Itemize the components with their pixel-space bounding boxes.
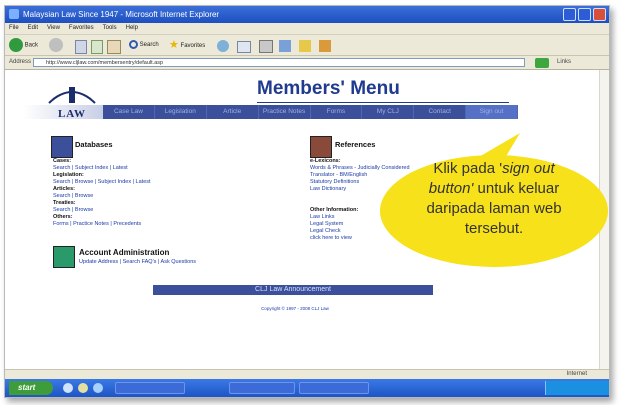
db-legislation-links[interactable]: Search | Browse | Subject Index | Latest [53, 179, 151, 186]
status-zone: Internet [566, 371, 587, 377]
menu-edit[interactable]: Edit [28, 23, 38, 34]
main-nav: Case Law Legislation Article Practice No… [103, 105, 518, 119]
status-bar: Internet [5, 369, 609, 379]
nav-legislation[interactable]: Legislation [155, 105, 207, 119]
quicklaunch-icon[interactable] [78, 383, 88, 393]
ref-lexicons-head: e-Lexicons: [310, 158, 341, 164]
menu-favorites[interactable]: Favorites [69, 23, 94, 34]
nav-contact[interactable]: Contact [414, 105, 467, 119]
account-icon [53, 246, 75, 268]
nav-forms[interactable]: Forms [311, 105, 363, 119]
db-legislation-head: Legislation: [53, 172, 84, 178]
edit-icon[interactable] [279, 40, 291, 52]
title-bar: Malaysian Law Since 1947 - Microsoft Int… [5, 6, 609, 23]
search-icon [129, 39, 138, 49]
window-title: Malaysian Law Since 1947 - Microsoft Int… [23, 10, 220, 19]
db-others-head: Others: [53, 214, 73, 220]
announcement-bar[interactable]: CLJ Law Announcement [153, 285, 433, 295]
mail-icon[interactable] [237, 41, 251, 53]
ref-lexicon-link[interactable]: Statutory Definitions [310, 179, 359, 186]
clj-law-logo: LAW [43, 81, 101, 121]
sign-out-button[interactable]: Sign out [466, 105, 518, 119]
databases-title: Databases [75, 140, 113, 149]
title-rule [257, 102, 509, 103]
window-controls [563, 8, 606, 21]
ref-other-link[interactable]: Law Links [310, 214, 334, 221]
db-articles-head: Articles: [53, 186, 76, 192]
menu-bar: File Edit View Favorites Tools Help [5, 23, 609, 34]
references-icon [310, 136, 332, 158]
account-links[interactable]: Update Address | Search FAQ's | Ask Ques… [79, 259, 196, 266]
address-label: Address [9, 59, 32, 65]
links-button[interactable]: Links [557, 59, 571, 65]
footer-copyright: Copyright © 1997 - 2008 CLJ Law [261, 306, 329, 311]
nav-my-clj[interactable]: My CLJ [362, 105, 415, 119]
ref-other-link[interactable]: click here to view [310, 235, 352, 242]
db-treaties-head: Treaties: [53, 200, 76, 206]
ref-lexicon-link[interactable]: Law Dictionary [310, 186, 346, 193]
menu-file[interactable]: File [9, 23, 19, 34]
db-articles-links[interactable]: Search | Browse [53, 193, 93, 200]
favorites-button[interactable]: ★ Favorites [169, 38, 205, 53]
minimize-button[interactable] [563, 8, 576, 21]
taskbar: start [5, 379, 609, 397]
maximize-button[interactable] [578, 8, 591, 21]
forward-arrow-icon [49, 38, 63, 52]
db-treaties-links[interactable]: Search | Browse [53, 207, 93, 214]
taskbar-item[interactable] [115, 382, 185, 394]
menu-help[interactable]: Help [126, 23, 138, 34]
stop-icon[interactable] [75, 40, 87, 54]
db-cases-links[interactable]: Search | Subject Index | Latest [53, 165, 128, 172]
search-button[interactable]: Search [129, 38, 159, 53]
address-input[interactable]: http://www.cljlaw.com/membersentry/defau… [33, 58, 525, 67]
quicklaunch-icon[interactable] [63, 383, 73, 393]
ref-other-link[interactable]: Legal Check [310, 228, 341, 235]
messenger-icon[interactable] [299, 40, 311, 52]
callout-text: Klik pada 'sign out button' untuk keluar… [426, 160, 562, 237]
account-title: Account Administration [79, 248, 170, 257]
menu-view[interactable]: View [47, 23, 60, 34]
star-icon: ★ [169, 39, 179, 51]
logo-emblem-icon [48, 87, 96, 104]
ref-other-link[interactable]: Legal System [310, 221, 343, 228]
ref-other-head: Other Information: [310, 207, 359, 213]
logo-text: LAW [57, 108, 87, 120]
back-arrow-icon [9, 38, 23, 52]
back-button[interactable]: Back [9, 38, 38, 53]
address-url: http://www.cljlaw.com/membersentry/defau… [46, 60, 164, 66]
history-icon[interactable] [217, 40, 229, 52]
address-bar: Address http://www.cljlaw.com/membersent… [5, 56, 609, 70]
start-button[interactable]: start [9, 381, 53, 395]
close-button[interactable] [593, 8, 606, 21]
references-title: References [335, 140, 376, 149]
go-button[interactable] [535, 58, 549, 68]
toolbar: Back Search ★ Favorites [5, 34, 609, 56]
system-tray [545, 381, 609, 395]
ie-icon [9, 9, 19, 19]
nav-article[interactable]: Article [207, 105, 259, 119]
quicklaunch-icon[interactable] [93, 383, 103, 393]
nav-case-law[interactable]: Case Law [103, 105, 155, 119]
page-title: Members' Menu [257, 78, 400, 99]
forward-button[interactable] [49, 38, 63, 53]
menu-tools[interactable]: Tools [103, 23, 117, 34]
taskbar-item[interactable] [229, 382, 295, 394]
ref-lexicon-link[interactable]: Translator - BM/English [310, 172, 367, 179]
db-cases-head: Cases: [53, 158, 72, 164]
taskbar-item[interactable] [299, 382, 369, 394]
db-others-links[interactable]: Forms | Practice Notes | Precedents [53, 221, 141, 228]
home-icon[interactable] [107, 40, 121, 54]
databases-icon [51, 136, 73, 158]
nav-practice-notes[interactable]: Practice Notes [259, 105, 311, 119]
print-icon[interactable] [259, 40, 273, 53]
refresh-icon[interactable] [91, 40, 103, 54]
research-icon[interactable] [319, 40, 331, 52]
